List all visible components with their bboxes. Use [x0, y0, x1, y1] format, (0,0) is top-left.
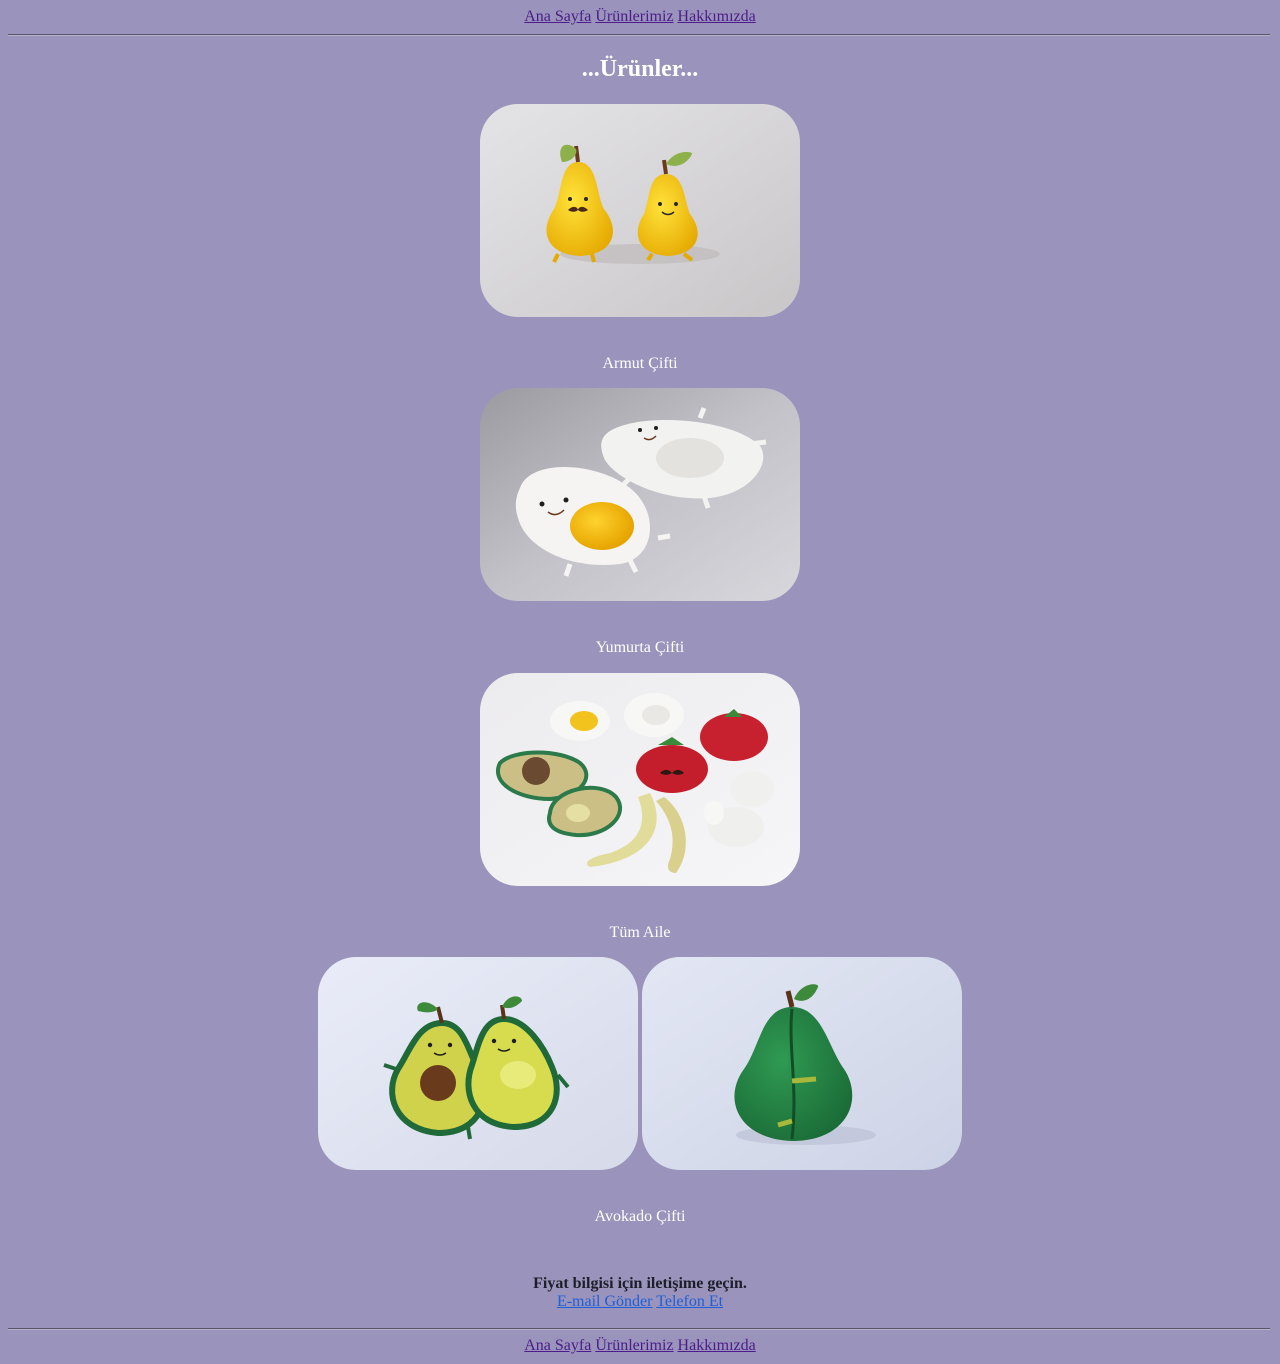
nav-link-about[interactable]: Hakkımızda [678, 8, 756, 25]
product-caption-egg: Yumurta Çifti [595, 639, 685, 656]
top-divider [8, 34, 1270, 36]
contact-links: E-mail Gönder Telefon Et [0, 1293, 1280, 1311]
pear-couple-photo [480, 104, 800, 317]
nav-link-products[interactable]: Ürünlerimiz [595, 8, 673, 25]
bottom-navigation: Ana Sayfa Ürünlerimiz Hakkımızda [0, 1337, 1280, 1355]
avocado-couple-back-photo [642, 957, 962, 1170]
footer-link-home[interactable]: Ana Sayfa [524, 1337, 591, 1354]
product-caption-avocado: Avokado Çifti [594, 1208, 686, 1225]
footer-link-products[interactable]: Ürünlerimiz [595, 1337, 673, 1354]
email-link[interactable]: E-mail Gönder [557, 1293, 653, 1310]
footer-link-about[interactable]: Hakkımızda [678, 1337, 756, 1354]
phone-link[interactable]: Telefon Et [656, 1293, 723, 1310]
product-caption-pear: Armut Çifti [602, 355, 678, 372]
egg-couple-photo [480, 388, 800, 601]
whole-family-photo [480, 673, 800, 886]
contact-heading: Fiyat bilgisi için iletişime geçin. [533, 1275, 747, 1292]
avocado-couple-front-photo [318, 957, 638, 1170]
nav-link-home[interactable]: Ana Sayfa [524, 8, 591, 25]
bottom-divider [8, 1328, 1270, 1330]
product-caption-family: Tüm Aile [609, 924, 671, 941]
page-title: ...Ürünler... [581, 56, 699, 82]
top-navigation: Ana Sayfa Ürünlerimiz Hakkımızda [0, 8, 1280, 26]
